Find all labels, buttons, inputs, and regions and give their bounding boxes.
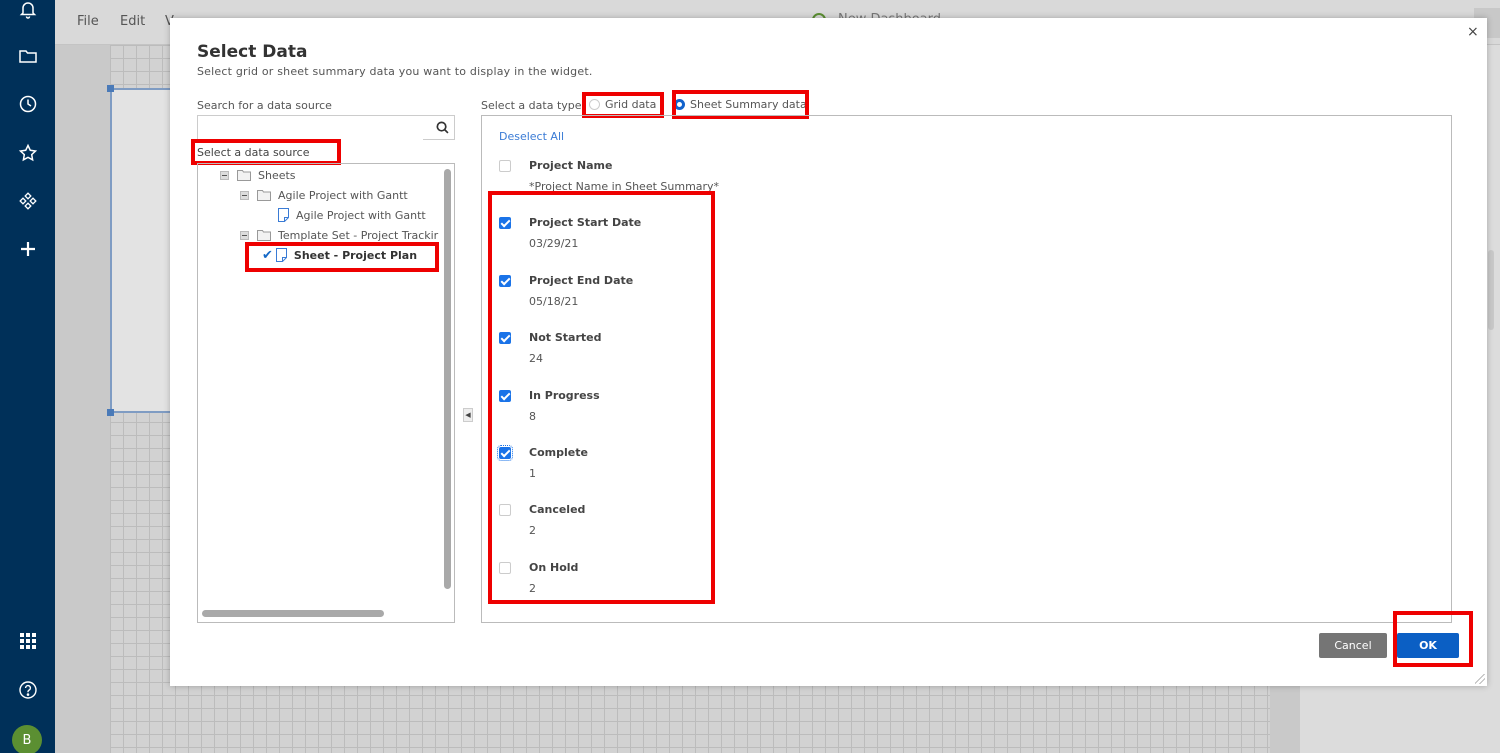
menu-file[interactable]: File [77,14,99,29]
apps-grid-icon[interactable] [0,626,55,656]
right-panel-scrollbar[interactable] [1488,250,1494,330]
left-navigation: B [0,0,55,753]
tree-item-sheet[interactable]: Agile Project with Gantt [278,206,426,224]
resize-grip-icon[interactable] [1475,674,1485,684]
tree-item-label: Sheets [258,168,296,182]
search-field[interactable] [197,115,455,140]
collapse-icon[interactable] [240,230,249,240]
data-source-tree: Sheets Agile Project with Gantt Agile Pr… [197,163,455,623]
solutions-icon[interactable] [0,186,55,216]
search-input[interactable] [198,116,423,140]
cancel-button[interactable]: Cancel [1319,633,1387,658]
tree-item-label: Agile Project with Gantt [296,208,426,222]
dialog-title: Select Data [197,42,308,62]
help-icon[interactable] [0,675,55,705]
folder-icon [257,189,271,201]
folder-icon [237,169,251,181]
tree-item-sheets[interactable]: Sheets [220,166,296,184]
bell-icon[interactable] [0,0,55,24]
collapse-icon[interactable] [240,190,249,200]
annotation-highlight [488,191,715,604]
search-label: Search for a data source [197,99,332,112]
close-button[interactable]: × [1467,24,1479,40]
plus-icon[interactable] [0,234,55,264]
select-data-dialog: Select Data Select grid or sheet summary… [170,18,1487,686]
field-checkbox[interactable] [499,160,511,172]
menu-edit[interactable]: Edit [120,14,145,29]
user-avatar[interactable]: B [12,725,42,753]
folder-icon [257,229,271,241]
collapse-panel-icon[interactable]: ◀ [463,408,473,422]
resize-handle[interactable] [107,85,114,92]
annotation-highlight [191,139,341,165]
collapse-icon[interactable] [220,170,229,180]
resize-handle[interactable] [107,409,114,416]
dialog-subtitle: Select grid or sheet summary data you wa… [197,65,593,78]
annotation-highlight [1393,611,1473,667]
field-name: Project Name [529,159,613,172]
tree-item-label: Template Set - Project Trackir [278,228,439,242]
tree-item-folder[interactable]: Agile Project with Gantt [240,186,408,204]
search-icon[interactable] [435,120,450,135]
data-type-label: Select a data type [481,99,582,112]
deselect-all-link[interactable]: Deselect All [499,130,564,143]
annotation-highlight [245,242,439,272]
sheet-icon [278,208,289,222]
star-icon[interactable] [0,138,55,168]
tree-vertical-scrollbar[interactable] [444,169,451,589]
tree-item-label: Agile Project with Gantt [278,188,408,202]
folder-icon[interactable] [0,41,55,71]
clock-icon[interactable] [0,89,55,119]
tree-horizontal-scrollbar[interactable] [202,610,384,617]
